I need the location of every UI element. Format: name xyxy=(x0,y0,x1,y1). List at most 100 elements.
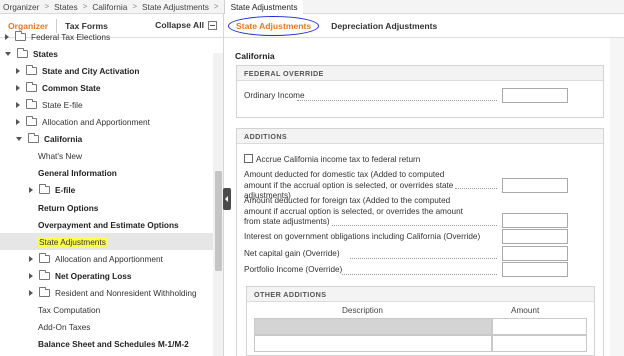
tree-item-label: State Adjustments xyxy=(38,236,107,247)
accrue-tax-checkbox[interactable] xyxy=(244,154,253,163)
description-cell[interactable] xyxy=(254,318,492,335)
interest-label: Interest on government obligations inclu… xyxy=(244,232,481,241)
additions-group: ADDITIONS Accrue California income tax t… xyxy=(236,128,604,356)
amount-cell[interactable] xyxy=(492,335,587,352)
expanded-arrow-icon[interactable] xyxy=(5,51,11,56)
tree-item-label: E-file xyxy=(55,185,76,196)
leader-dots xyxy=(297,100,497,101)
portfolio-income-input[interactable] xyxy=(502,262,568,277)
left-scrollbar-thumb[interactable] xyxy=(215,171,222,271)
collapsed-arrow-icon[interactable] xyxy=(29,187,33,194)
folder-icon xyxy=(39,269,50,280)
tree-item[interactable]: State Adjustments xyxy=(0,233,213,251)
breadcrumb: Organizer > States > California > State … xyxy=(0,0,624,14)
ordinary-income-input[interactable] xyxy=(502,88,568,103)
leader-dots xyxy=(350,258,497,259)
leader-dots xyxy=(332,225,497,226)
accrue-tax-row: Accrue California income tax to federal … xyxy=(244,154,420,166)
folder-icon xyxy=(39,184,50,195)
expanded-arrow-icon[interactable] xyxy=(16,137,22,142)
breadcrumb-state-adjustments[interactable]: State Adjustments xyxy=(142,2,209,12)
tree-item-label: California xyxy=(44,134,83,145)
folder-icon xyxy=(26,64,37,75)
tree-item[interactable]: Net Operating Loss xyxy=(0,267,213,284)
tree-item-label: Allocation and Apportionment xyxy=(55,253,163,264)
folder-icon xyxy=(26,81,37,92)
tree-item-label: Overpayment and Estimate Options xyxy=(38,219,179,230)
breadcrumb-separator: > xyxy=(132,2,138,11)
form-tabs: State Adjustments Depreciation Adjustmen… xyxy=(224,14,624,38)
tab-state-adjustments[interactable]: State Adjustments xyxy=(228,15,320,36)
collapsed-arrow-icon[interactable] xyxy=(5,33,9,40)
tree-item[interactable]: What's New xyxy=(0,148,213,165)
form-pane: State Adjustments Depreciation Adjustmen… xyxy=(224,14,624,356)
folder-icon xyxy=(26,98,37,109)
left-navigation-pane: Organizer Tax Forms Collapse All Federal… xyxy=(0,14,224,356)
tree-item[interactable]: Resident and Nonresident Withholding xyxy=(0,285,213,302)
tree-item[interactable]: E-file xyxy=(0,182,213,199)
tree-item[interactable]: States xyxy=(0,45,213,62)
section-title: California xyxy=(235,51,275,61)
tree-item[interactable]: State E-file xyxy=(0,96,213,113)
breadcrumb-california[interactable]: California xyxy=(92,2,127,12)
amount-column-header: Amount xyxy=(511,306,540,315)
interest-input[interactable] xyxy=(502,229,568,244)
tree-item[interactable]: Add-On Taxes xyxy=(0,319,213,336)
tree-item[interactable]: California xyxy=(0,131,213,148)
tree-item[interactable]: Balance Sheet and Schedules M-1/M-2 xyxy=(0,336,213,353)
tree-item[interactable]: Tax Computation xyxy=(0,302,213,319)
leader-dots xyxy=(342,274,497,275)
tree-item-label: Add-On Taxes xyxy=(38,322,91,333)
tree-item[interactable]: Allocation and Apportionment xyxy=(0,114,213,131)
leader-dots xyxy=(455,188,497,189)
right-scrollbar[interactable] xyxy=(610,38,624,356)
tree-item-label: Balance Sheet and Schedules M-1/M-2 xyxy=(38,339,189,350)
collapsed-arrow-icon[interactable] xyxy=(29,272,33,279)
foreign-tax-input[interactable] xyxy=(502,213,568,228)
breadcrumb-organizer[interactable]: Organizer xyxy=(3,2,39,12)
tree-item[interactable]: Allocation and Apportionment xyxy=(0,250,213,267)
tree-item-label: Common State xyxy=(42,82,101,93)
description-cell[interactable] xyxy=(254,335,492,352)
tree-item-label: What's New xyxy=(38,151,83,162)
tree-item[interactable]: State and City Activation xyxy=(0,62,213,79)
amount-cell[interactable] xyxy=(492,318,587,335)
federal-override-heading: FEDERAL OVERRIDE xyxy=(237,66,603,81)
breadcrumb-separator: > xyxy=(213,2,219,11)
tree-item-label: Tax Computation xyxy=(38,305,101,316)
tree-item[interactable]: Overpayment and Estimate Options xyxy=(0,216,213,233)
folder-icon xyxy=(15,30,26,41)
net-capital-gain-input[interactable] xyxy=(502,246,568,261)
tree-item-label: State E-file xyxy=(42,99,83,110)
accrue-tax-label: Accrue California income tax to federal … xyxy=(256,155,421,164)
collapsed-arrow-icon[interactable] xyxy=(16,67,20,74)
tab-depreciation-adjustments[interactable]: Depreciation Adjustments xyxy=(319,21,449,31)
tree-item-label: Net Operating Loss xyxy=(55,270,132,281)
folder-icon xyxy=(17,47,28,58)
tree-item[interactable]: Return Options xyxy=(0,199,213,216)
tree-item[interactable]: General Information xyxy=(0,165,213,182)
tree-item-label: Federal Tax Elections xyxy=(31,31,111,42)
tree-item-label: Return Options xyxy=(38,202,99,213)
tree-item-label: States xyxy=(33,48,58,59)
other-additions-group: OTHER ADDITIONS Description Amount xyxy=(246,286,595,356)
ordinary-income-label: Ordinary Income xyxy=(244,91,305,100)
folder-icon xyxy=(39,287,50,297)
collapsed-arrow-icon[interactable] xyxy=(29,290,33,296)
tree-item[interactable]: Federal Tax Elections xyxy=(0,28,213,45)
collapsed-arrow-icon[interactable] xyxy=(16,84,20,91)
federal-override-group: FEDERAL OVERRIDE Ordinary Income xyxy=(236,65,604,118)
app-window: Organizer > States > California > State … xyxy=(0,0,624,356)
breadcrumb-current: State Adjustments xyxy=(223,0,304,14)
tree-item[interactable]: Common State xyxy=(0,79,213,96)
breadcrumb-states[interactable]: States xyxy=(54,2,78,12)
additions-heading: ADDITIONS xyxy=(237,129,603,144)
net-capital-gain-label: Net capital gain (Override) xyxy=(244,249,340,258)
breadcrumb-separator: > xyxy=(82,2,88,11)
collapsed-arrow-icon[interactable] xyxy=(16,119,20,125)
folder-icon xyxy=(28,133,39,144)
collapsed-arrow-icon[interactable] xyxy=(16,101,20,108)
domestic-tax-input[interactable] xyxy=(502,178,568,193)
collapsed-arrow-icon[interactable] xyxy=(29,255,33,262)
other-additions-heading: OTHER ADDITIONS xyxy=(247,287,594,302)
